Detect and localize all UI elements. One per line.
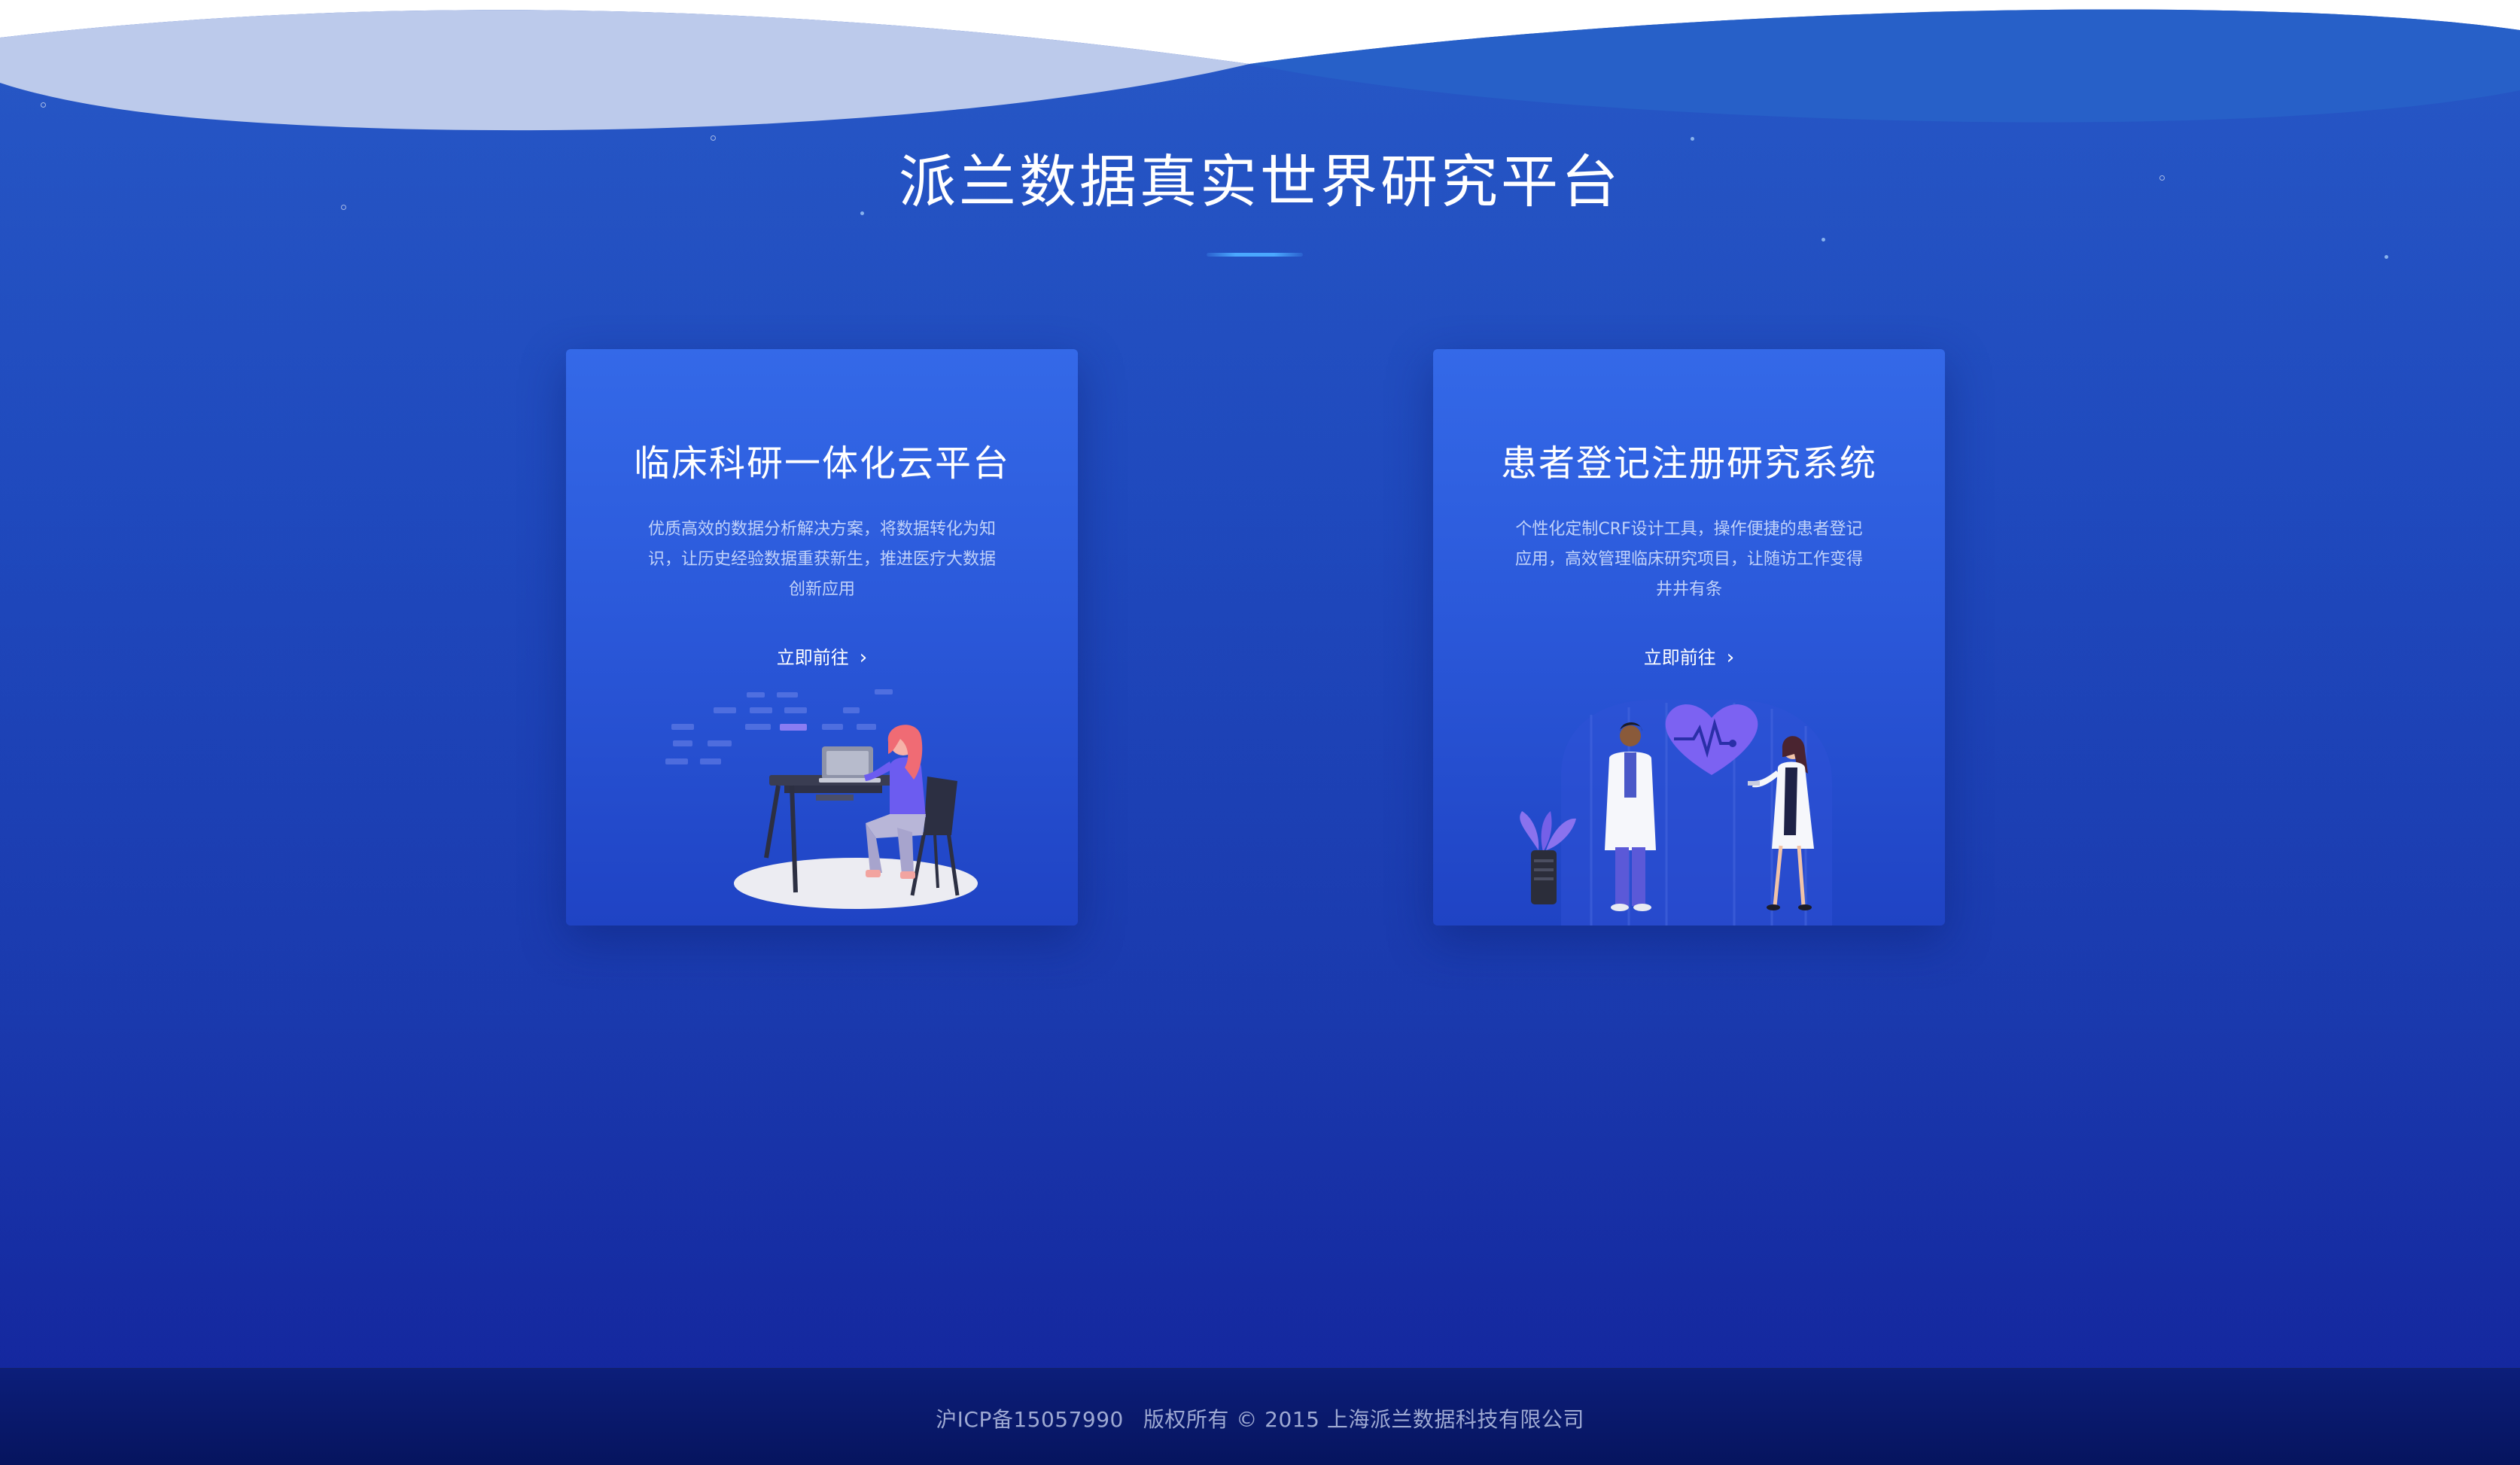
card-title: 患者登记注册研究系统 [1500, 442, 1877, 485]
doctors-heart-illustration [1520, 700, 1832, 926]
card-patient-registry-system[interactable]: 患者登记注册研究系统 个性化定制CRF设计工具，操作便捷的患者登记应用，高效管理… [1433, 349, 1945, 926]
card-title: 临床科研一体化云平台 [633, 442, 1010, 485]
go-now-label: 立即前往 [1643, 647, 1716, 668]
card-clinical-research-platform[interactable]: 临床科研一体化云平台 优质高效的数据分析解决方案，将数据转化为知识，让历史经验数… [566, 349, 1078, 926]
star-decoration [1822, 238, 1825, 242]
header-wave-decoration [0, 0, 2520, 131]
footer-text: 沪ICP备15057990 版权所有 © 2015 上海派兰数据科技有限公司 [0, 1403, 2520, 1433]
go-now-label: 立即前往 [776, 647, 849, 668]
star-decoration [2385, 255, 2388, 259]
card-description: 个性化定制CRF设计工具，操作便捷的患者登记应用，高效管理临床研究项目，让随访工… [1514, 520, 1863, 599]
copyright-text: 版权所有 © 2015 上海派兰数据科技有限公司 [1143, 1407, 1584, 1432]
star-decoration [41, 102, 46, 108]
chevron-right-icon: › [1726, 646, 1735, 669]
footer: 沪ICP备15057990 版权所有 © 2015 上海派兰数据科技有限公司 [0, 1368, 2520, 1465]
chevron-right-icon: › [859, 646, 868, 669]
go-now-link[interactable]: 立即前往 › [566, 643, 1078, 669]
card-description: 优质高效的数据分析解决方案，将数据转化为知识，让历史经验数据重获新生，推进医疗大… [647, 520, 996, 599]
title-underline [1207, 253, 1303, 257]
page-title: 派兰数据真实世界研究平台 [899, 148, 1621, 215]
go-now-link[interactable]: 立即前往 › [1433, 643, 1945, 669]
woman-at-laptop-illustration [665, 689, 978, 909]
icp-license-link[interactable]: 沪ICP备15057990 [936, 1407, 1124, 1432]
